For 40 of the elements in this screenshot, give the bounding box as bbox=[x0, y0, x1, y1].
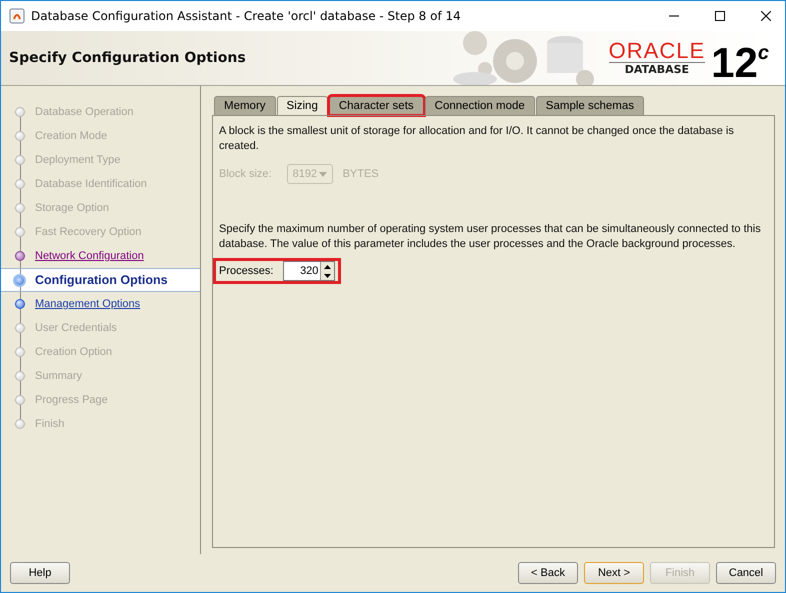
dropdown-caret-icon bbox=[318, 172, 327, 176]
block-description: A block is the smallest unit of storage for allocation and for I/O. It cannot be changed once the database is created. bbox=[219, 124, 735, 154]
nav-button[interactable]: Cancel bbox=[716, 562, 776, 584]
step-item: User Credentials bbox=[1, 316, 200, 340]
version-label: 12$^{c}$ bbox=[711, 38, 769, 85]
app-icon bbox=[9, 8, 25, 24]
processes-description: Specify the maximum number of operating system user processes that can be simultaneously connected to this database. The value of this parameter includes the user processes and the Oracle background processes. bbox=[219, 222, 762, 252]
processes-spinner[interactable]: 320 bbox=[283, 261, 336, 281]
nav-button[interactable]: Next > bbox=[584, 562, 644, 584]
tab[interactable]: Memory bbox=[214, 96, 276, 115]
step-item: Storage Option bbox=[1, 196, 200, 220]
nav-button[interactable]: < Back bbox=[518, 562, 578, 584]
close-icon[interactable] bbox=[761, 11, 771, 21]
tab[interactable]: Sizing bbox=[276, 96, 328, 115]
block-size-label: Block size: bbox=[219, 168, 272, 180]
step-item: Progress Page bbox=[1, 388, 200, 412]
step-item: Database Operation bbox=[1, 100, 200, 124]
unit-label: BYTES bbox=[342, 168, 379, 180]
current-step[interactable]: Configuration Options bbox=[1, 268, 200, 292]
step-item: Deployment Type bbox=[1, 148, 200, 172]
spin-down-icon[interactable] bbox=[324, 274, 332, 278]
maximize-icon[interactable] bbox=[715, 11, 725, 21]
window-title: Database Configuration Assistant - Create 'orcl' database - Step 8 of 14 bbox=[31, 9, 461, 23]
spin-up-icon[interactable] bbox=[324, 264, 332, 268]
help-button[interactable]: Help bbox=[10, 562, 70, 584]
page-title: Specify Configuration Options bbox=[8, 50, 246, 66]
tab[interactable]: Character sets bbox=[328, 96, 424, 115]
step-item: Summary bbox=[1, 364, 200, 388]
step-item[interactable]: Management Options bbox=[1, 292, 200, 316]
tab[interactable]: Sample schemas bbox=[536, 96, 644, 115]
step-item: Creation Option bbox=[1, 340, 200, 364]
product-label: DATABASE bbox=[624, 63, 690, 76]
step-item: Database Identification bbox=[1, 172, 200, 196]
step-item[interactable]: Network Configuration bbox=[1, 244, 200, 268]
processes-label: Processes: bbox=[219, 265, 274, 277]
step-item: Finish bbox=[1, 412, 200, 436]
oracle-logo: ORACLE bbox=[608, 40, 706, 63]
step-item: Fast Recovery Option bbox=[1, 220, 200, 244]
step-item: Creation Mode bbox=[1, 124, 200, 148]
tab[interactable]: Connection mode bbox=[424, 96, 535, 115]
